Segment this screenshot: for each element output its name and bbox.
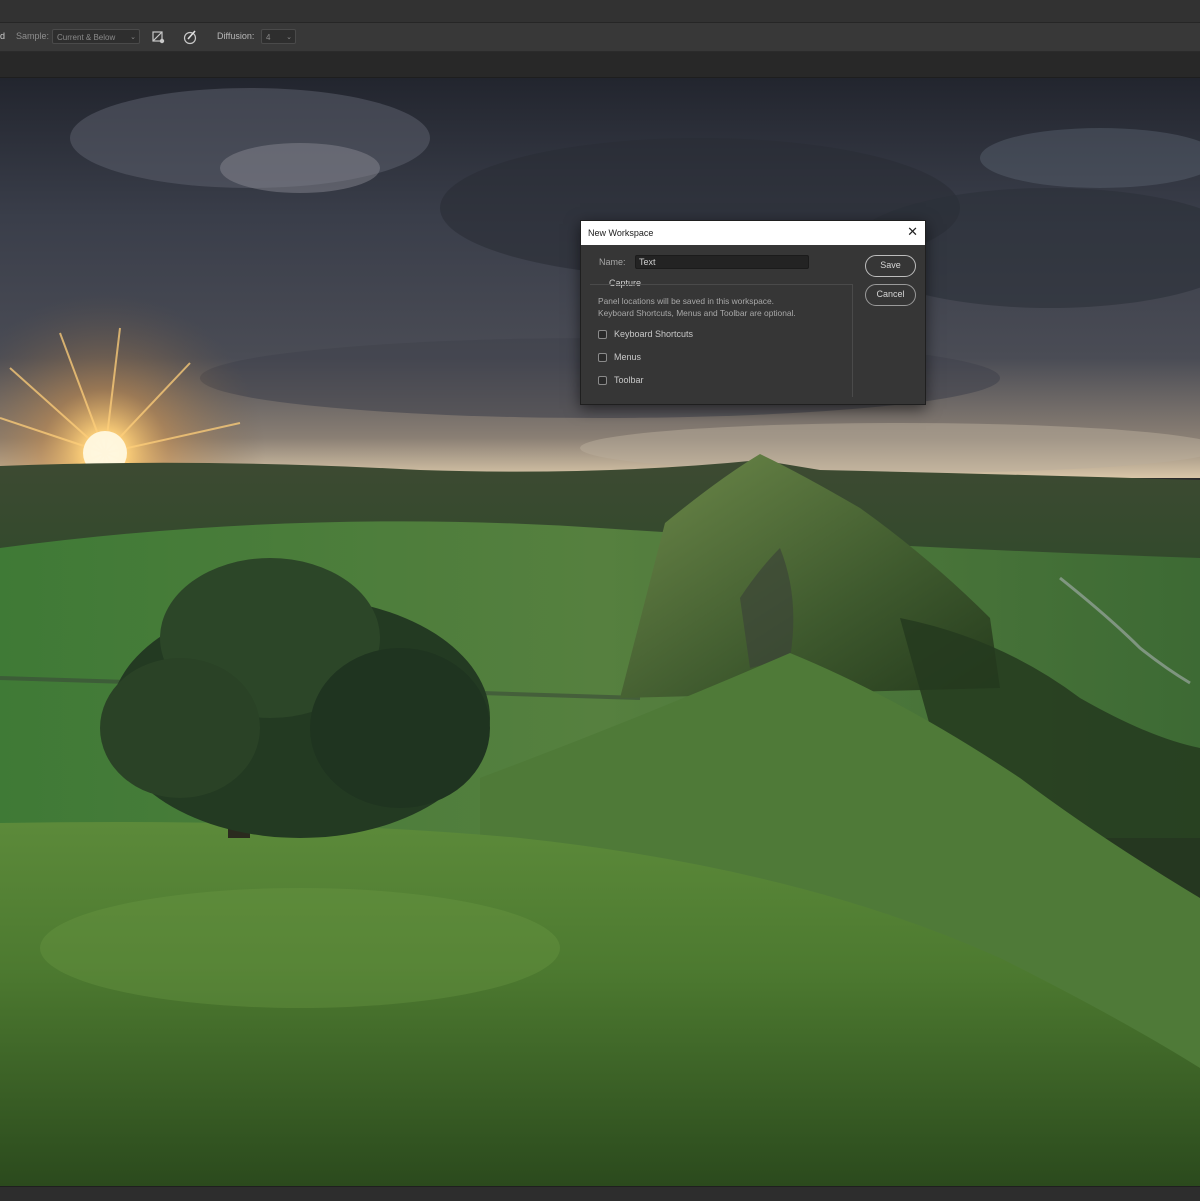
description-line2: Keyboard Shortcuts, Menus and Toolbar ar…: [598, 308, 796, 318]
sample-select-value: Current & Below: [57, 33, 116, 42]
tool-options-partial-label: d: [0, 31, 6, 41]
sample-label: Sample:: [16, 31, 50, 41]
diffusion-select[interactable]: 4 ⌄: [261, 29, 296, 44]
ignore-adjustment-layers-icon[interactable]: [150, 29, 166, 45]
menus-label: Menus: [614, 352, 642, 362]
dialog-title: New Workspace: [588, 228, 654, 238]
tool-options-bar: d Sample: Current & Below ⌄ Diffusion: 4…: [0, 23, 1200, 51]
diffusion-select-value: 4: [266, 33, 271, 42]
keyboard-shortcuts-label: Keyboard Shortcuts: [614, 329, 694, 339]
dialog-title-bar: New Workspace ✕: [581, 221, 925, 245]
cancel-button[interactable]: Cancel: [865, 284, 916, 306]
close-icon[interactable]: ✕: [907, 225, 918, 239]
document-tab-bar: [0, 52, 1200, 78]
chevron-down-icon: ⌄: [130, 34, 136, 41]
menu-bar: [0, 0, 1200, 23]
toolbar-checkbox[interactable]: [598, 376, 607, 385]
menus-checkbox[interactable]: [598, 353, 607, 362]
new-workspace-dialog: New Workspace ✕ Name: Capture Panel loca…: [580, 220, 926, 405]
description-line1: Panel locations will be saved in this wo…: [598, 296, 774, 306]
diffusion-label: Diffusion:: [217, 31, 255, 41]
toolbar-label: Toolbar: [614, 375, 644, 385]
sample-select[interactable]: Current & Below ⌄: [52, 29, 140, 44]
workspace-name-input[interactable]: [635, 255, 809, 269]
status-bar: [0, 1186, 1200, 1201]
keyboard-shortcuts-checkbox[interactable]: [598, 330, 607, 339]
save-button[interactable]: Save: [865, 255, 916, 277]
chevron-down-icon: ⌄: [286, 34, 292, 41]
name-label: Name:: [599, 257, 626, 267]
brush-pressure-icon[interactable]: [182, 29, 198, 45]
